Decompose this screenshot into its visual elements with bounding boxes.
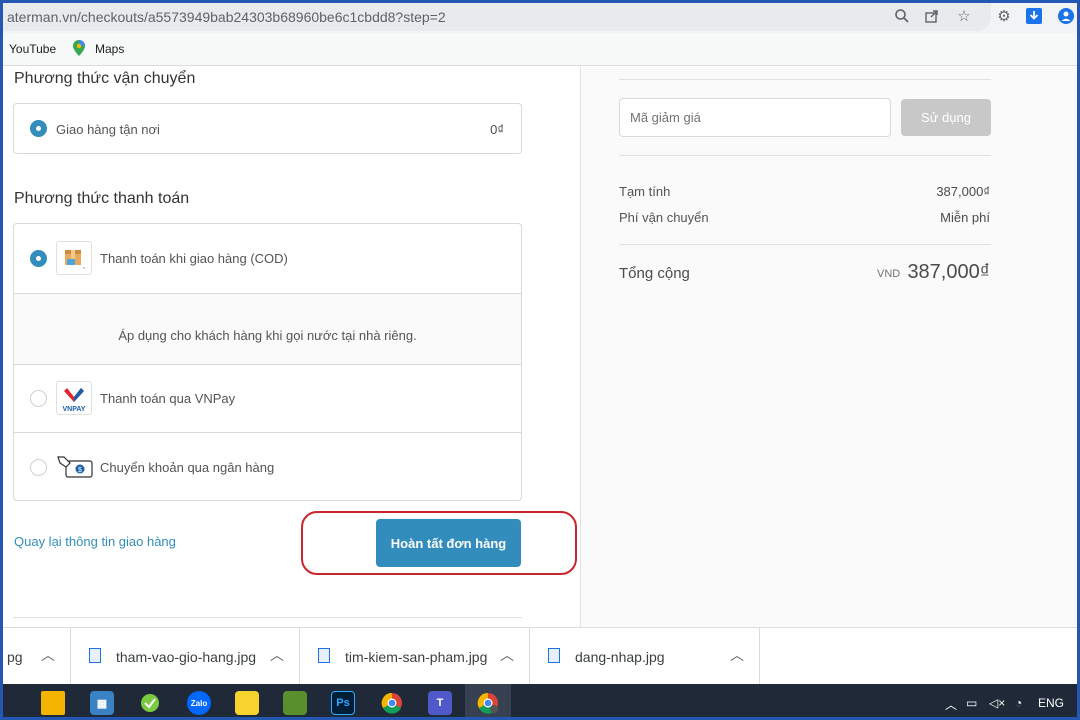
zalo-icon[interactable]: Zalo — [187, 691, 211, 715]
profile-icon[interactable] — [1057, 7, 1075, 25]
bank-transfer-icon: $ — [56, 453, 94, 481]
url-text[interactable]: aterman.vn/checkouts/a5573949bab24303b68… — [7, 9, 446, 25]
payment-radio-cod[interactable] — [30, 250, 47, 267]
app-icon[interactable] — [138, 691, 162, 715]
checkout-page: Phương thức vận chuyển Giao hàng tận nơi… — [3, 67, 1077, 627]
download-filename: tham-vao-gio-hang.jpg — [116, 649, 257, 665]
wifi-icon[interactable]: ◔ — [1015, 696, 1022, 710]
chevron-up-icon[interactable]: ︿ — [945, 696, 957, 713]
image-file-icon — [548, 648, 560, 663]
extension-settings-icon[interactable]: ⚙ — [995, 8, 1013, 26]
apply-discount-button[interactable]: Sử dụng — [901, 99, 991, 136]
battery-icon[interactable]: ▭ — [966, 696, 977, 710]
download-item[interactable]: dang-nhap.jpg ︿ — [530, 628, 760, 685]
shipping-fee-label: Phí vận chuyển — [619, 210, 709, 225]
shipping-fee-value: Miễn phí — [940, 210, 990, 225]
svg-text:,: , — [83, 263, 85, 270]
teams-icon[interactable]: T — [428, 691, 452, 715]
share-icon[interactable] — [923, 8, 941, 26]
bookmark-youtube[interactable]: YouTube — [9, 42, 56, 56]
payment-option-vnpay[interactable]: VNPAY Thanh toán qua VNPay — [14, 364, 521, 432]
chevron-up-icon[interactable]: ︿ — [41, 645, 55, 665]
payment-option-cod[interactable]: , Thanh toán khi giao hàng (COD) — [14, 224, 521, 293]
zoom-icon[interactable] — [893, 8, 911, 26]
discount-code-input[interactable] — [619, 98, 891, 137]
payment-methods-card: , Thanh toán khi giao hàng (COD) Áp dụng… — [13, 223, 522, 501]
shipping-radio[interactable] — [30, 120, 47, 137]
total-currency: VND — [877, 268, 901, 280]
windows-taskbar: ▦ Zalo Ps T ︿ ▭ ◁× ◔ ENG — [3, 684, 1077, 717]
download-item[interactable]: pg ︿ — [3, 628, 71, 685]
browser-window: aterman.vn/checkouts/a5573949bab24303b68… — [0, 0, 1080, 720]
chevron-up-icon[interactable]: ︿ — [270, 645, 284, 665]
speaker-muted-icon[interactable]: ◁× — [989, 696, 1005, 710]
download-item[interactable]: tim-kiem-san-pham.jpg ︿ — [300, 628, 530, 685]
download-filename: pg — [7, 649, 23, 665]
shipping-option-card[interactable]: Giao hàng tận nơi 0₫ — [13, 103, 522, 154]
chrome-icon[interactable] — [380, 691, 404, 715]
cod-note-text: Áp dụng cho khách hàng khi gọi nước tại … — [118, 328, 417, 343]
back-to-shipping-link[interactable]: Quay lại thông tin giao hàng — [14, 534, 176, 549]
summary-divider-total — [619, 244, 991, 245]
download-icon[interactable] — [1025, 7, 1043, 25]
bookmark-star-icon[interactable]: ☆ — [955, 8, 973, 26]
payment-radio-vnpay[interactable] — [30, 390, 47, 407]
shipping-option-label: Giao hàng tận nơi — [56, 122, 160, 137]
cod-note-panel: Áp dụng cho khách hàng khi gọi nước tại … — [14, 293, 521, 364]
summary-divider-top — [619, 79, 991, 80]
bookmarks-bar: YouTube Maps — [3, 33, 1077, 66]
divider — [13, 617, 522, 618]
total-label: Tổng cộng — [619, 265, 690, 282]
photoshop-icon[interactable]: Ps — [331, 691, 355, 715]
svg-text:$: $ — [78, 467, 82, 474]
bookmark-maps[interactable]: Maps — [95, 42, 124, 56]
shipping-method-title: Phương thức vận chuyển — [14, 70, 196, 87]
payment-label-cod: Thanh toán khi giao hàng (COD) — [100, 251, 288, 266]
maps-pin-icon — [73, 40, 85, 59]
payment-label-bank: Chuyển khoản qua ngân hàng — [100, 460, 275, 475]
image-file-icon — [89, 648, 101, 663]
complete-order-button[interactable]: Hoàn tất đơn hàng — [376, 519, 521, 567]
url-field[interactable]: aterman.vn/checkouts/a5573949bab24303b68… — [3, 3, 991, 31]
downloads-bar: pg ︿ tham-vao-gio-hang.jpg ︿ tim-kiem-sa… — [3, 627, 1077, 685]
image-file-icon — [318, 648, 330, 663]
download-item[interactable]: tham-vao-gio-hang.jpg ︿ — [71, 628, 300, 685]
language-indicator[interactable]: ENG — [1038, 696, 1064, 710]
download-filename: dang-nhap.jpg — [575, 649, 665, 665]
sticky-notes-icon[interactable] — [235, 691, 259, 715]
file-explorer-icon[interactable] — [41, 691, 65, 715]
chrome-profile-icon[interactable] — [476, 691, 500, 715]
payment-method-title: Phương thức thanh toán — [14, 190, 190, 207]
payment-option-bank[interactable]: $ Chuyển khoản qua ngân hàng — [14, 432, 521, 501]
chevron-up-icon[interactable]: ︿ — [500, 645, 514, 665]
vnpay-logo-text: VNPAY — [63, 406, 86, 413]
summary-divider-discount — [619, 155, 991, 156]
photo-editor-icon[interactable] — [283, 691, 307, 715]
total-value: 387,000₫ — [907, 261, 990, 283]
download-filename: tim-kiem-san-pham.jpg — [345, 649, 488, 665]
order-summary-pane: Sử dụng Tạm tính 387,000₫ Phí vận chuyển… — [580, 67, 1077, 627]
chevron-up-icon[interactable]: ︿ — [730, 645, 744, 665]
store-icon[interactable]: ▦ — [90, 691, 114, 715]
payment-label-vnpay: Thanh toán qua VNPay — [100, 391, 236, 406]
cod-box-icon: , — [56, 241, 92, 275]
vnpay-logo-icon: VNPAY — [56, 381, 92, 415]
subtotal-label: Tạm tính — [619, 184, 671, 199]
address-bar: aterman.vn/checkouts/a5573949bab24303b68… — [3, 3, 1077, 33]
subtotal-value: 387,000₫ — [936, 184, 990, 199]
payment-radio-bank[interactable] — [30, 459, 47, 476]
shipping-option-price: 0₫ — [490, 122, 504, 137]
